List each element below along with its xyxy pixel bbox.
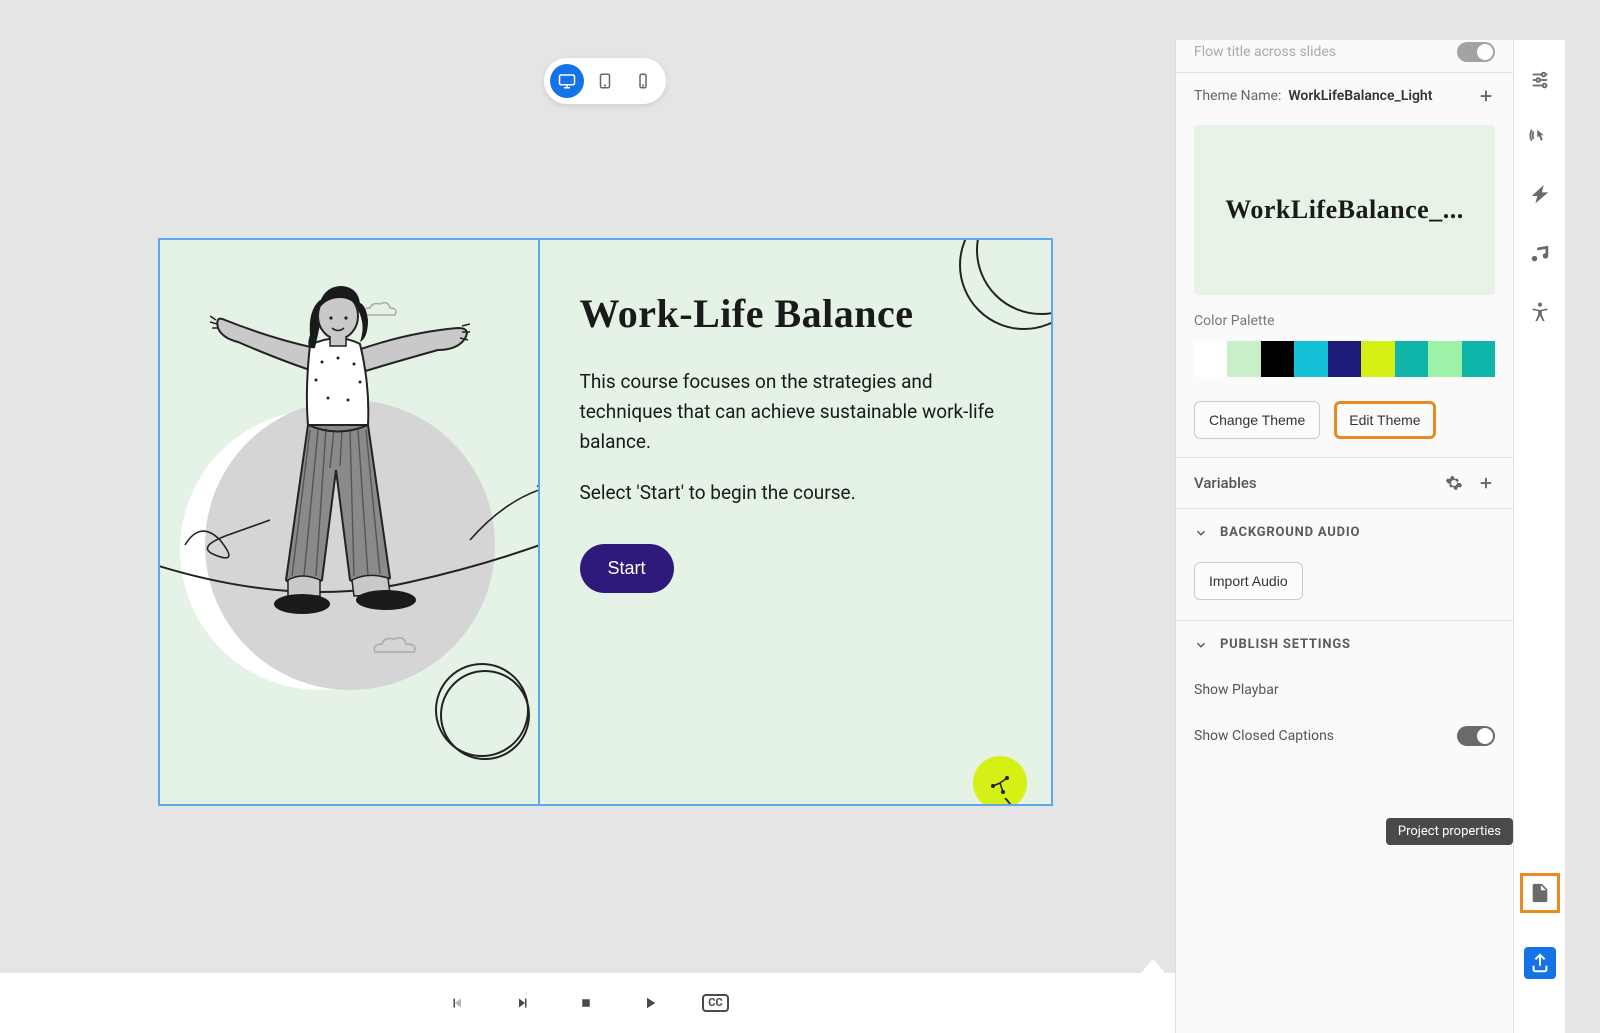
add-theme-icon[interactable]: [1477, 87, 1495, 105]
audio-icon[interactable]: [1528, 242, 1552, 266]
color-palette[interactable]: [1194, 341, 1495, 377]
theme-name-label: Theme Name:: [1194, 88, 1281, 104]
color-swatch[interactable]: [1294, 341, 1327, 377]
slide-right-panel: Work-Life Balance This course focuses on…: [540, 240, 1051, 804]
device-desktop-button[interactable]: [550, 64, 584, 98]
slide-title: Work-Life Balance: [580, 290, 1011, 337]
flow-title-label: Flow title across slides: [1194, 44, 1336, 60]
slide-body-2: Select 'Start' to begin the course.: [580, 478, 1011, 508]
bg-audio-header[interactable]: BACKGROUND AUDIO: [1176, 509, 1513, 556]
edit-theme-button[interactable]: Edit Theme: [1334, 401, 1435, 439]
interaction-icon[interactable]: [1528, 126, 1552, 150]
change-theme-button[interactable]: Change Theme: [1194, 401, 1320, 439]
playback-bar: CC: [0, 973, 1175, 1033]
chevron-down-icon: [1194, 526, 1208, 540]
person-illustration: [210, 280, 470, 650]
show-playbar-label: Show Playbar: [1194, 682, 1279, 698]
palette-label: Color Palette: [1176, 309, 1513, 333]
next-button[interactable]: [510, 991, 534, 1015]
variables-gear-icon[interactable]: [1445, 474, 1463, 492]
prev-button[interactable]: [446, 991, 470, 1015]
add-variable-icon[interactable]: [1477, 474, 1495, 492]
color-swatch[interactable]: [1261, 341, 1294, 377]
color-swatch[interactable]: [1328, 341, 1361, 377]
color-swatch[interactable]: [1462, 341, 1495, 377]
accessibility-icon[interactable]: [1528, 300, 1552, 324]
color-swatch[interactable]: [1227, 341, 1260, 377]
slide-body-1: This course focuses on the strategies an…: [580, 367, 1011, 458]
play-button[interactable]: [638, 991, 662, 1015]
canvas-area: Work-Life Balance This course focuses on…: [35, 40, 1175, 1033]
properties-sidebar: Flow title across slides Theme Name: Wor…: [1175, 40, 1513, 1033]
right-toolbar: Project properties: [1513, 40, 1565, 1033]
show-cc-label: Show Closed Captions: [1194, 728, 1334, 744]
decorative-circle: [440, 670, 530, 760]
swoop-arrow: [465, 480, 540, 550]
publish-settings-header[interactable]: PUBLISH SETTINGS: [1176, 621, 1513, 668]
import-audio-button[interactable]: Import Audio: [1194, 562, 1303, 600]
tooltip: Project properties: [1386, 818, 1513, 845]
theme-name-value: WorkLifeBalance_Light: [1288, 88, 1432, 104]
color-swatch[interactable]: [1428, 341, 1461, 377]
slide-preview[interactable]: Work-Life Balance This course focuses on…: [158, 238, 1053, 806]
project-properties-icon[interactable]: [1520, 873, 1560, 913]
share-icon[interactable]: [1524, 947, 1556, 979]
settings-sliders-icon[interactable]: [1528, 68, 1552, 92]
theme-preview[interactable]: WorkLifeBalance_...: [1194, 125, 1495, 295]
show-cc-toggle[interactable]: [1457, 726, 1495, 746]
device-switcher: [544, 58, 666, 104]
color-swatch[interactable]: [1361, 341, 1394, 377]
cc-button[interactable]: CC: [702, 994, 728, 1012]
trigger-icon[interactable]: [1528, 184, 1552, 208]
chevron-down-icon: [1194, 638, 1208, 652]
flow-title-toggle[interactable]: [1457, 42, 1495, 62]
flower-decoration: [973, 756, 1027, 804]
slide-left-panel: [160, 240, 540, 804]
device-tablet-button[interactable]: [588, 64, 622, 98]
theme-name-row: Theme Name: WorkLifeBalance_Light: [1194, 88, 1432, 104]
device-mobile-button[interactable]: [626, 64, 660, 98]
start-button[interactable]: Start: [580, 544, 674, 593]
variables-label: Variables: [1194, 474, 1257, 492]
stop-button[interactable]: [574, 991, 598, 1015]
color-swatch[interactable]: [1395, 341, 1428, 377]
color-swatch[interactable]: [1194, 341, 1227, 377]
